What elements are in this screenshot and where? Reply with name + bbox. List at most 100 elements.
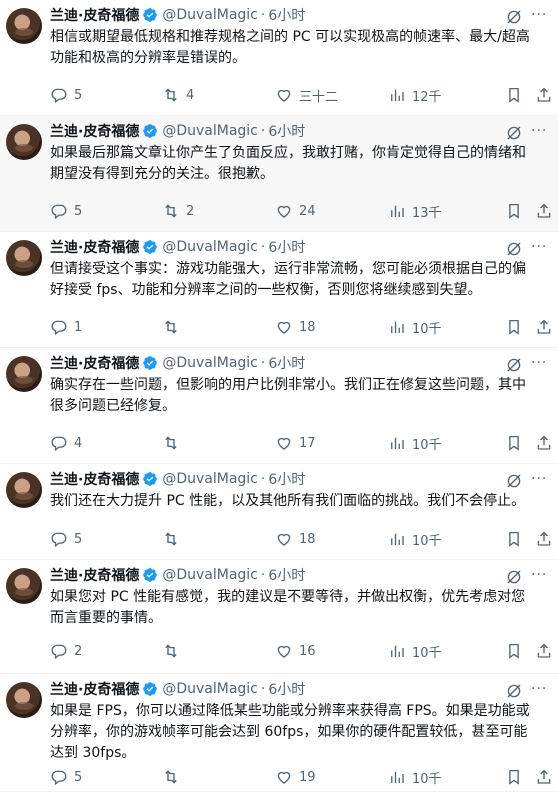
grok-icon[interactable] <box>505 240 523 258</box>
more-icon[interactable]: ··· <box>531 8 551 26</box>
like-button[interactable]: 16 <box>275 640 316 662</box>
author-handle[interactable]: @DuvalMagic <box>162 123 258 139</box>
grok-icon[interactable] <box>505 124 523 142</box>
bookmark-button[interactable] <box>505 316 529 338</box>
timestamp[interactable]: 6小时 <box>268 237 305 257</box>
reply-button[interactable]: 5 <box>50 528 82 550</box>
author-handle[interactable]: @DuvalMagic <box>162 7 258 23</box>
like-icon <box>277 771 291 784</box>
retweet-button[interactable] <box>162 316 186 338</box>
reply-button[interactable]: 1 <box>50 316 82 338</box>
tweet[interactable]: 兰迪·皮奇福德 @DuvalMagic · 6小时 ··· 确实存在一些问题，但… <box>0 348 558 464</box>
grok-icon[interactable] <box>505 8 523 26</box>
retweet-button[interactable] <box>162 766 186 788</box>
author-name[interactable]: 兰迪·皮奇福德 <box>50 469 139 489</box>
bookmark-button[interactable] <box>505 432 529 454</box>
retweet-button[interactable] <box>162 640 186 662</box>
share-button[interactable] <box>535 640 558 662</box>
separator-dot: · <box>260 355 266 371</box>
retweet-button[interactable]: 2 <box>162 200 194 222</box>
avatar[interactable] <box>6 568 42 604</box>
tweet[interactable]: 兰迪·皮奇福德 @DuvalMagic · 6小时 ··· 我们还在大力提升 P… <box>0 464 558 560</box>
tweet[interactable]: 兰迪·皮奇福德 @DuvalMagic · 6小时 ··· 如果是 FPS，你可… <box>0 674 558 792</box>
more-icon[interactable]: ··· <box>531 124 551 142</box>
author-name[interactable]: 兰迪·皮奇福德 <box>50 353 139 373</box>
timestamp[interactable]: 6小时 <box>268 5 305 25</box>
author-handle[interactable]: @DuvalMagic <box>162 681 258 697</box>
avatar[interactable] <box>6 356 42 392</box>
views-button[interactable]: 10千 <box>388 640 442 662</box>
bookmark-button[interactable] <box>505 766 529 788</box>
view-count: 13千 <box>412 205 442 221</box>
retweet-button[interactable]: 4 <box>162 84 194 106</box>
author-name[interactable]: 兰迪·皮奇福德 <box>50 121 139 141</box>
author-handle[interactable]: @DuvalMagic <box>162 239 258 255</box>
like-button[interactable]: 18 <box>275 316 316 338</box>
like-icon <box>277 205 291 218</box>
tweet[interactable]: 兰迪·皮奇福德 @DuvalMagic · 6小时 ··· 如果最后那篇文章让你… <box>0 116 558 232</box>
bookmark-icon <box>509 769 519 785</box>
views-button[interactable]: 12千 <box>388 84 442 106</box>
timestamp[interactable]: 6小时 <box>268 679 305 699</box>
avatar[interactable] <box>6 682 42 718</box>
author-name[interactable]: 兰迪·皮奇福德 <box>50 237 139 257</box>
timestamp[interactable]: 6小时 <box>268 469 305 489</box>
grok-icon[interactable] <box>505 472 523 490</box>
author-handle[interactable]: @DuvalMagic <box>162 471 258 487</box>
more-icon[interactable]: ··· <box>531 568 551 586</box>
views-button[interactable]: 10千 <box>388 766 442 788</box>
views-button[interactable]: 13千 <box>388 200 442 222</box>
tweet[interactable]: 兰迪·皮奇福德 @DuvalMagic · 6小时 ··· 如果您对 PC 性能… <box>0 560 558 674</box>
tweet[interactable]: 兰迪·皮奇福德 @DuvalMagic · 6小时 ··· 但请接受这个事实：游… <box>0 232 558 348</box>
avatar[interactable] <box>6 124 42 160</box>
grok-icon[interactable] <box>505 682 523 700</box>
author-name[interactable]: 兰迪·皮奇福德 <box>50 565 139 585</box>
author-handle[interactable]: @DuvalMagic <box>162 567 258 583</box>
reply-button[interactable]: 5 <box>50 766 82 788</box>
views-button[interactable]: 10千 <box>388 316 442 338</box>
more-icon[interactable]: ··· <box>531 240 551 258</box>
reply-button[interactable]: 5 <box>50 84 82 106</box>
retweet-button[interactable] <box>162 528 186 550</box>
like-button[interactable]: 24 <box>275 200 316 222</box>
author-handle[interactable]: @DuvalMagic <box>162 355 258 371</box>
share-button[interactable] <box>535 84 558 106</box>
views-icon <box>391 321 404 333</box>
tweet-header: 兰迪·皮奇福德 @DuvalMagic · 6小时 <box>50 236 305 258</box>
grok-icon[interactable] <box>505 568 523 586</box>
retweet-button[interactable] <box>162 432 186 454</box>
like-count: 三十二 <box>299 89 339 105</box>
bookmark-button[interactable] <box>505 84 529 106</box>
bookmark-button[interactable] <box>505 200 529 222</box>
reply-button[interactable]: 5 <box>50 200 82 222</box>
grok-icon[interactable] <box>505 356 523 374</box>
timestamp[interactable]: 6小时 <box>268 565 305 585</box>
more-icon[interactable]: ··· <box>531 682 551 700</box>
share-button[interactable] <box>535 766 558 788</box>
reply-button[interactable]: 4 <box>50 432 82 454</box>
like-button[interactable]: 17 <box>275 432 316 454</box>
views-button[interactable]: 10千 <box>388 528 442 550</box>
more-icon[interactable]: ··· <box>531 356 551 374</box>
more-icon[interactable]: ··· <box>531 472 551 490</box>
share-button[interactable] <box>535 528 558 550</box>
avatar[interactable] <box>6 8 42 44</box>
author-name[interactable]: 兰迪·皮奇福德 <box>50 679 139 699</box>
bookmark-button[interactable] <box>505 528 529 550</box>
avatar[interactable] <box>6 472 42 508</box>
tweet[interactable]: 兰迪·皮奇福德 @DuvalMagic · 6小时 ··· 相信或期望最低规格和… <box>0 0 558 116</box>
author-name[interactable]: 兰迪·皮奇福德 <box>50 5 139 25</box>
timestamp[interactable]: 6小时 <box>268 121 305 141</box>
bookmark-button[interactable] <box>505 640 529 662</box>
share-button[interactable] <box>535 432 558 454</box>
timestamp[interactable]: 6小时 <box>268 353 305 373</box>
share-button[interactable] <box>535 316 558 338</box>
like-button[interactable]: 19 <box>275 766 316 788</box>
avatar[interactable] <box>6 240 42 276</box>
views-button[interactable]: 10千 <box>388 432 442 454</box>
like-button[interactable]: 三十二 <box>275 84 338 106</box>
reply-button[interactable]: 2 <box>50 640 82 662</box>
separator-dot: · <box>260 681 266 697</box>
share-button[interactable] <box>535 200 558 222</box>
like-button[interactable]: 18 <box>275 528 316 550</box>
